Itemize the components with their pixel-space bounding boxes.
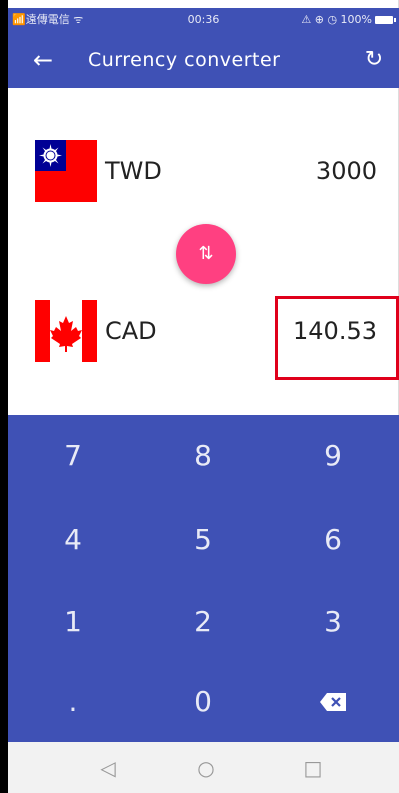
swap-currencies-button[interactable]: ⇅ (176, 224, 236, 284)
backspace-icon (320, 693, 346, 711)
result-highlight-box (275, 296, 399, 380)
to-currency-code: CAD (105, 317, 157, 345)
key-1[interactable]: 1 (8, 581, 138, 662)
swap-vertical-icon: ⇅ (198, 243, 214, 264)
page-title: Currency converter (88, 49, 281, 71)
nav-home-icon[interactable]: ○ (191, 754, 221, 782)
taiwan-flag-icon (35, 140, 97, 202)
backspace-key[interactable] (268, 661, 398, 742)
key-0[interactable]: 0 (138, 661, 268, 742)
system-nav-bar: ◁ ○ □ (8, 742, 399, 793)
status-bar: 📶遠傳電信 ᯤ 00:36 ⚠ ⊕ ◷ 100% (8, 8, 399, 32)
status-indicators: ⚠ ⊕ ◷ 100% (301, 8, 396, 32)
key-5[interactable]: 5 (138, 499, 268, 580)
battery-icon (375, 16, 396, 24)
key-6[interactable]: 6 (268, 499, 398, 580)
key-2[interactable]: 2 (138, 581, 268, 662)
back-arrow-icon[interactable]: ← (28, 45, 58, 75)
key-8[interactable]: 8 (138, 415, 268, 496)
key-decimal[interactable]: . (8, 661, 138, 742)
key-4[interactable]: 4 (8, 499, 138, 580)
key-9[interactable]: 9 (268, 415, 398, 496)
key-7[interactable]: 7 (8, 415, 138, 496)
key-3[interactable]: 3 (268, 581, 398, 662)
nav-back-icon[interactable]: ◁ (93, 754, 123, 782)
from-currency-row[interactable]: TWD 3000 (8, 140, 399, 210)
nav-recents-icon[interactable]: □ (298, 754, 328, 782)
from-currency-amount[interactable]: 3000 (316, 140, 377, 202)
app-bar: ← Currency converter ↻ (8, 32, 399, 88)
status-indicators-text: ⚠ ⊕ ◷ 100% (301, 13, 372, 26)
from-currency-code: TWD (105, 157, 162, 185)
numeric-keypad: 7 8 9 4 5 6 1 2 3 . 0 (8, 415, 399, 742)
canada-flag-icon (35, 300, 97, 362)
refresh-icon[interactable]: ↻ (359, 45, 389, 75)
